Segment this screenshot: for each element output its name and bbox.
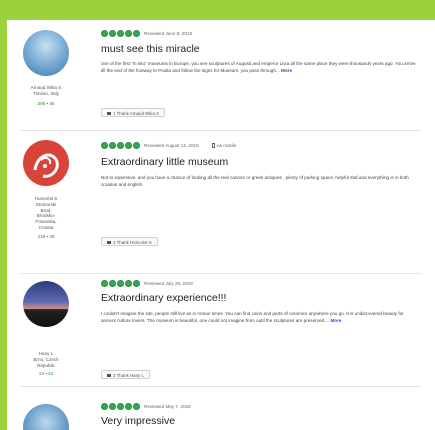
review-date: Reviewed June 8, 2019 [144, 31, 193, 36]
avatar[interactable] [23, 404, 69, 430]
review-date: Reviewed May 7, 2019 [144, 404, 191, 409]
reviewer-location: Croatia [38, 224, 54, 230]
avatar[interactable] [23, 30, 69, 76]
rating-bubbles [101, 280, 140, 287]
thank-button[interactable]: 1 Thank Arnaud Wika S [101, 108, 166, 117]
rating-bubble-icon [125, 280, 132, 287]
reviewer-info[interactable]: Humorist S Stomorski Brod, Brodsko- Posa… [9, 196, 83, 231]
rating-bubble-icon [125, 142, 132, 149]
mobile-phone-icon [212, 143, 215, 149]
thank-button[interactable]: 2 Thank Hany L [101, 370, 150, 379]
review-title[interactable]: Very impressive [101, 415, 175, 427]
rating-bubble-icon [101, 280, 108, 287]
review-text: Not to expensive, and you have a chance … [101, 175, 409, 188]
reviewer-location: Republic [37, 362, 55, 368]
face-sketch-icon [33, 153, 59, 178]
rating-bubble-icon [117, 30, 124, 37]
thumbs-up-icon [107, 112, 111, 116]
reviews-panel: Arnaud Wika S Treviso, Italy 396 ▪ 45 Re… [7, 20, 435, 430]
rating-bubble-icon [117, 280, 124, 287]
via-mobile: via mobile [212, 143, 237, 149]
rating-bubble-icon [133, 30, 140, 37]
reviewer-counts: 215 ▪ 28 [37, 234, 55, 239]
thumbs-up-icon [107, 241, 111, 245]
review-text: one of the first "in situ" museums in Eu… [101, 61, 416, 74]
reviewer-info[interactable]: Hany L Brno, Czech Republic [9, 351, 83, 368]
rating-bubble-icon [101, 142, 108, 149]
thank-label: 2 Thank Hany L [113, 373, 144, 378]
thumbs-up-icon [107, 374, 111, 378]
review-card: Humorist S Stomorski Brod, Brodsko- Posa… [7, 130, 435, 273]
review-body: I couldn't imagine the site, people stil… [101, 310, 419, 325]
review-title[interactable]: Extraordinary little museum [101, 156, 228, 168]
thank-button[interactable]: 1 Thank Humorist S [101, 237, 158, 246]
rating-bubble-icon [109, 30, 116, 37]
reviewer-counts: 13 ▪ 24 [38, 371, 54, 376]
rating-bubble-icon [133, 280, 140, 287]
reviewer-location: Treviso, Italy [33, 90, 59, 96]
thank-label: 1 Thank Arnaud Wika S [113, 111, 160, 116]
rating-bubble-icon [117, 142, 124, 149]
rating-bubble-icon [109, 280, 116, 287]
via-mobile-label: via mobile [216, 143, 237, 148]
review-text: I couldn't imagine the site, people stil… [101, 311, 404, 324]
thank-label: 1 Thank Humorist S [113, 240, 152, 245]
rating-bubble-icon [125, 403, 132, 410]
review-card: Arnaud Wika S Treviso, Italy 396 ▪ 45 Re… [7, 20, 435, 130]
rating-bubbles [101, 403, 140, 410]
more-link[interactable]: More [330, 318, 341, 323]
review-body: one of the first "in situ" museums in Eu… [101, 60, 419, 75]
rating-bubble-icon [133, 142, 140, 149]
avatar[interactable] [23, 281, 69, 327]
rating-bubble-icon [101, 403, 108, 410]
reviewer-info[interactable]: Arnaud Wika S Treviso, Italy [9, 85, 83, 97]
review-body: Not to expensive, and you have a chance … [101, 174, 419, 189]
avatar[interactable] [23, 140, 69, 186]
rating-bubbles [101, 142, 140, 149]
review-date: Reviewed August 12, 2019 [144, 143, 199, 148]
review-title[interactable]: Extraordinary experience!!! [101, 292, 226, 304]
review-date: Reviewed July 29, 2019 [144, 281, 193, 286]
review-title[interactable]: must see this miracle [101, 43, 200, 55]
rating-bubble-icon [109, 142, 116, 149]
rating-bubbles [101, 30, 140, 37]
reviewer-counts: 396 ▪ 45 [37, 101, 55, 106]
rating-bubble-icon [101, 30, 108, 37]
rating-bubble-icon [117, 403, 124, 410]
rating-bubble-icon [109, 403, 116, 410]
rating-bubble-icon [133, 403, 140, 410]
review-card: Reviewed May 7, 2019 Very impressive [7, 386, 435, 430]
review-card: Hany L Brno, Czech Republic 13 ▪ 24 Revi… [7, 273, 435, 388]
more-link[interactable]: More [281, 68, 292, 73]
rating-bubble-icon [125, 30, 132, 37]
